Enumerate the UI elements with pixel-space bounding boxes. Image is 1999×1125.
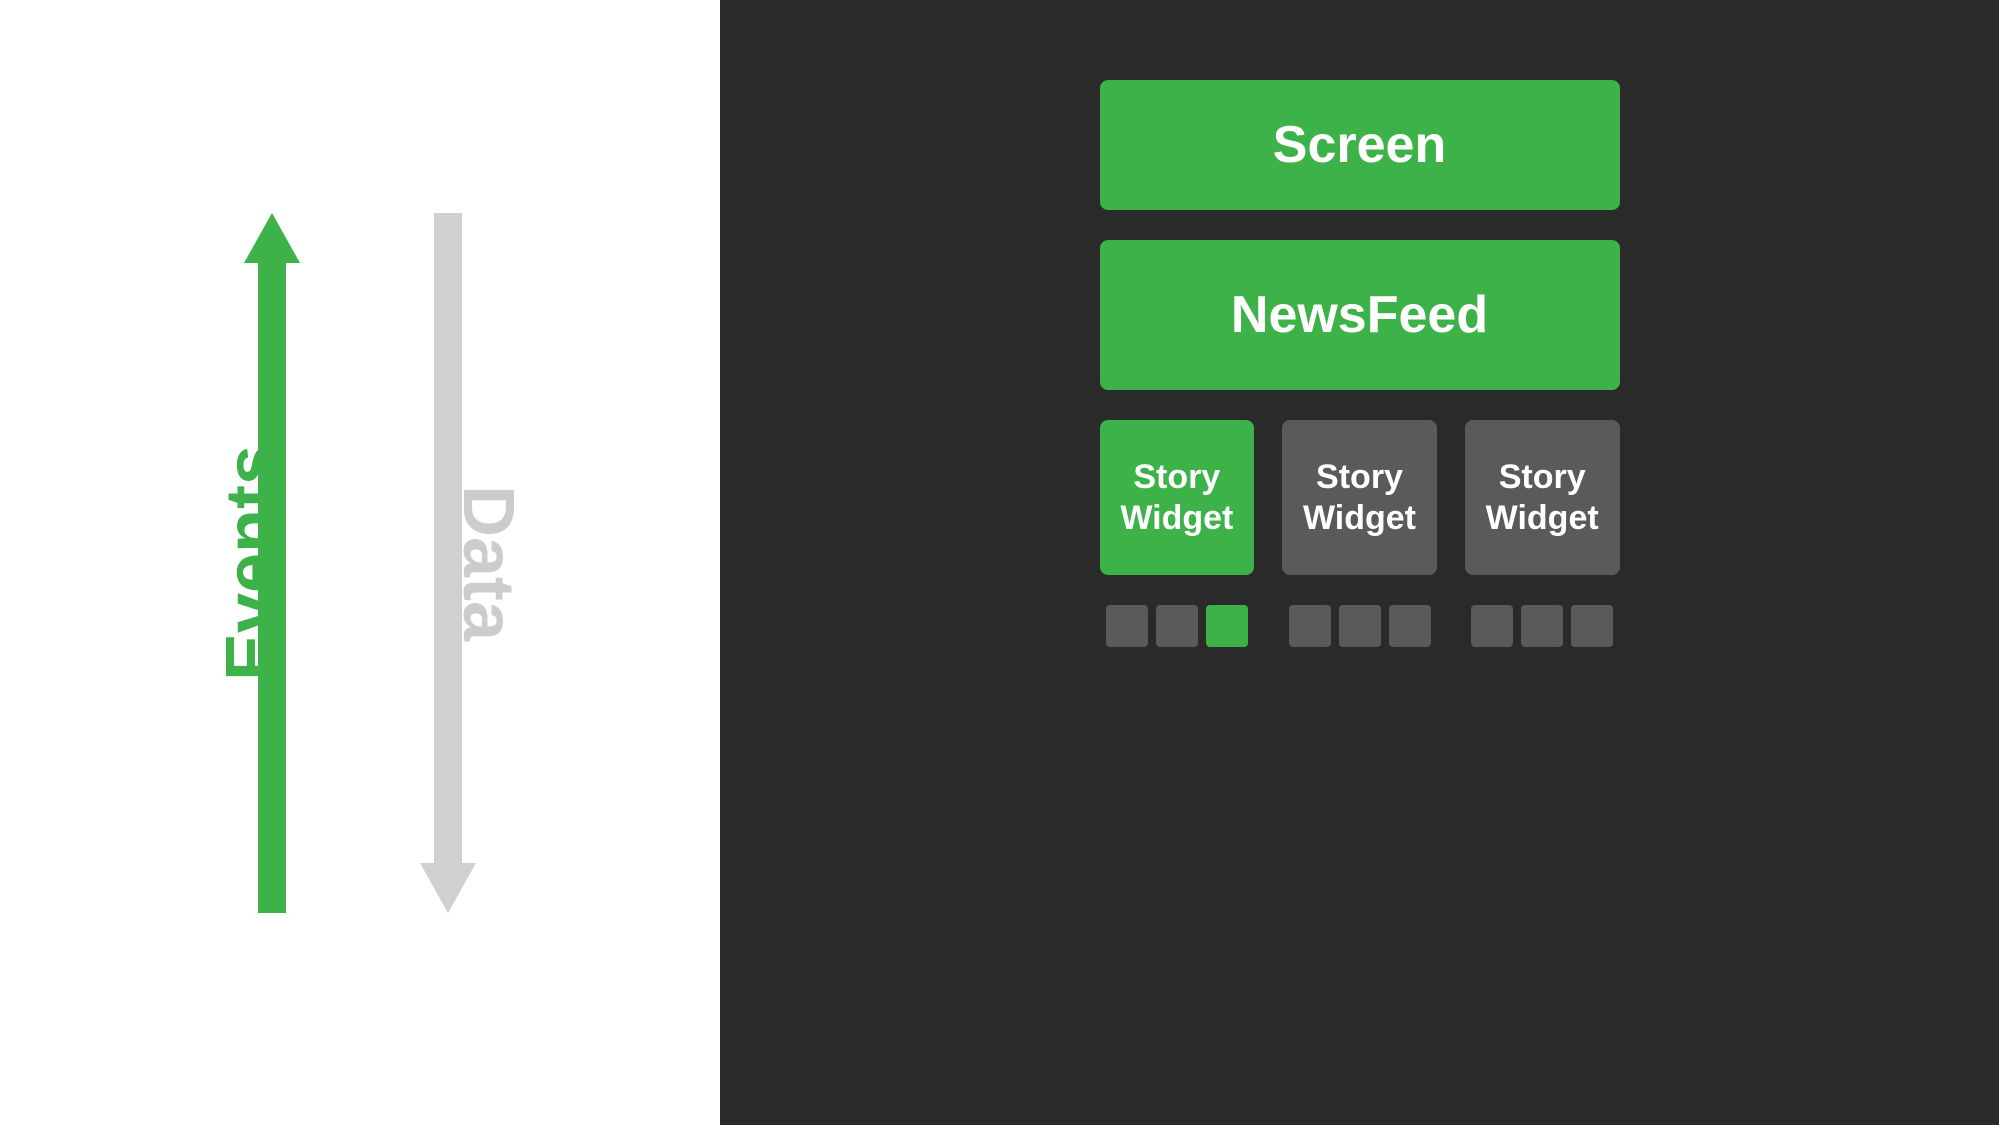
story-widget-label-1: StoryWidget bbox=[1120, 457, 1233, 539]
events-arrow-wrapper: Events bbox=[244, 213, 300, 913]
data-arrow-wrapper: Data bbox=[420, 213, 476, 913]
indicator-3-1 bbox=[1471, 605, 1513, 647]
screen-label: Screen bbox=[1273, 115, 1446, 175]
indicator-group-2 bbox=[1282, 605, 1437, 647]
indicator-1-3 bbox=[1206, 605, 1248, 647]
data-arrowhead bbox=[420, 863, 476, 913]
diagram-area: Screen NewsFeed StoryWidget StoryWidget … bbox=[1100, 80, 1620, 647]
story-widget-3: StoryWidget bbox=[1465, 420, 1620, 575]
left-panel: Events Data bbox=[0, 0, 720, 1125]
data-label: Data bbox=[447, 484, 529, 640]
indicator-1-2 bbox=[1156, 605, 1198, 647]
screen-block: Screen bbox=[1100, 80, 1620, 210]
story-widget-1: StoryWidget bbox=[1100, 420, 1255, 575]
newsfeed-label: NewsFeed bbox=[1231, 285, 1488, 345]
story-widgets-row: StoryWidget StoryWidget StoryWidget bbox=[1100, 420, 1620, 575]
indicator-3-3 bbox=[1571, 605, 1613, 647]
story-widget-label-3: StoryWidget bbox=[1486, 457, 1599, 539]
indicator-2-1 bbox=[1289, 605, 1331, 647]
indicator-3-2 bbox=[1521, 605, 1563, 647]
right-panel: Screen NewsFeed StoryWidget StoryWidget … bbox=[720, 0, 1999, 1125]
indicators-row bbox=[1100, 605, 1620, 647]
newsfeed-block: NewsFeed bbox=[1100, 240, 1620, 390]
events-label: Events bbox=[211, 444, 293, 680]
indicator-2-3 bbox=[1389, 605, 1431, 647]
arrows-container: Events Data bbox=[244, 213, 476, 913]
indicator-group-3 bbox=[1465, 605, 1620, 647]
indicator-2-2 bbox=[1339, 605, 1381, 647]
story-widget-label-2: StoryWidget bbox=[1303, 457, 1416, 539]
story-widget-2: StoryWidget bbox=[1282, 420, 1437, 575]
events-arrowhead bbox=[244, 213, 300, 263]
indicator-1-1 bbox=[1106, 605, 1148, 647]
indicator-group-1 bbox=[1100, 605, 1255, 647]
